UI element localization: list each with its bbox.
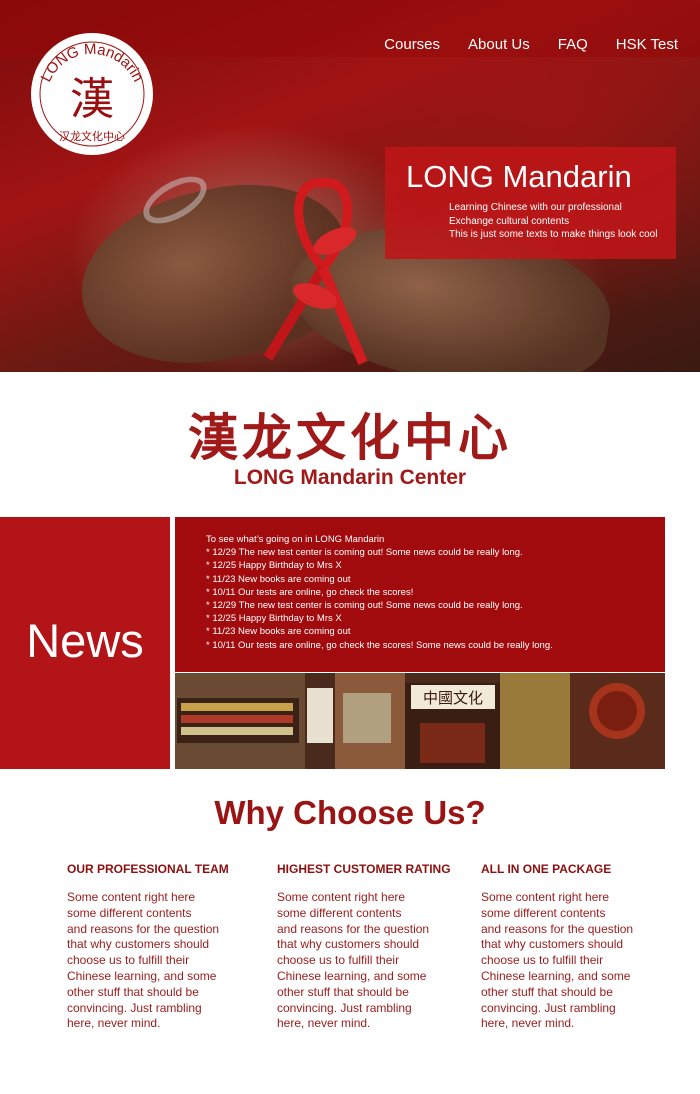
feature-line: Chinese learning, and some [277, 968, 427, 983]
news-item[interactable]: * 11/23 New books are coming out [206, 625, 553, 638]
feature-line: some different contents [481, 905, 606, 920]
logo-glyph: 漢 [70, 74, 114, 125]
feature-text: Some content right here some different c… [67, 890, 237, 1032]
feature-line: other stuff that should be [67, 984, 199, 999]
news-item[interactable]: * 12/25 Happy Birthday to Mrs X [206, 612, 553, 625]
feature-text: Some content right here some different c… [481, 890, 651, 1032]
feature-column: HIGHEST CUSTOMER RATING Some content rig… [277, 862, 451, 1032]
hero-banner: LONG Mandarin 漢 汉龙文化中心 Courses About Us … [0, 0, 700, 372]
feature-line: here, never mind. [481, 1016, 575, 1031]
hero-card: LONG Mandarin Learning Chinese with our … [385, 147, 676, 259]
feature-text: Some content right here some different c… [277, 890, 447, 1032]
news-label-panel: News [0, 517, 170, 769]
long-mandarin-logo[interactable]: LONG Mandarin 漢 汉龙文化中心 [28, 30, 156, 158]
feature-column: OUR PROFESSIONAL TEAM Some content right… [67, 862, 237, 1032]
hero-line: This is just some texts to make things l… [449, 229, 658, 240]
feature-heading: HIGHEST CUSTOMER RATING [277, 862, 451, 876]
feature-line: that why customers should [481, 937, 624, 952]
hero-title: LONG Mandarin [406, 159, 632, 194]
hero-line: Exchange cultural contents [449, 215, 570, 227]
center-interior-photo: 中國文化 [175, 673, 665, 769]
news-item[interactable]: * 12/29 The new test center is coming ou… [206, 546, 553, 559]
feature-line: some different contents [277, 905, 402, 920]
feature-line: choose us to fulfill their [481, 953, 604, 968]
hero-lines: Learning Chinese with our professional E… [449, 201, 657, 242]
news-panel: To see what’s going on in LONG Mandarin … [175, 517, 665, 672]
news-item[interactable]: * 12/29 The new test center is coming ou… [206, 599, 553, 612]
feature-heading: ALL IN ONE PACKAGE [481, 862, 612, 876]
red-ribbon-icon [263, 178, 368, 365]
nav-hsk-test[interactable]: HSK Test [616, 36, 678, 53]
feature-line: here, never mind. [67, 1016, 161, 1031]
feature-line: and reasons for the question [481, 921, 634, 936]
news-intro: To see what’s going on in LONG Mandarin [206, 534, 385, 545]
feature-line: other stuff that should be [277, 984, 409, 999]
feature-line: that why customers should [67, 937, 210, 952]
feature-line: Some content right here [481, 890, 610, 904]
news-label: News [26, 614, 144, 667]
feature-line: choose us to fulfill their [277, 953, 400, 968]
news-list: To see what’s going on in LONG Mandarin … [206, 533, 553, 652]
feature-line: Chinese learning, and some [67, 968, 217, 983]
photo-sign-text: 中國文化 [423, 689, 483, 707]
feature-line: Some content right here [277, 890, 406, 904]
news-item[interactable]: * 10/11 Our tests are online, go check t… [206, 639, 553, 652]
feature-heading: OUR PROFESSIONAL TEAM [67, 862, 229, 876]
feature-line: some different contents [67, 905, 192, 920]
feature-line: convincing. Just rambling [481, 1000, 616, 1015]
feature-line: other stuff that should be [481, 984, 613, 999]
english-title: LONG Mandarin Center [233, 466, 467, 489]
why-choose-us-title: Why Choose Us? [214, 794, 486, 831]
feature-line: here, never mind. [277, 1016, 371, 1031]
chinese-title: 漢龙文化中心 [188, 408, 512, 467]
news-item[interactable]: * 12/25 Happy Birthday to Mrs X [206, 559, 553, 572]
nav-about-us[interactable]: About Us [468, 36, 530, 53]
feature-line: Some content right here [67, 890, 196, 904]
feature-line: Chinese learning, and some [481, 968, 631, 983]
hero-line: Learning Chinese with our professional [449, 202, 622, 213]
feature-line: and reasons for the question [277, 921, 430, 936]
main-nav: Courses About Us FAQ HSK Test [384, 36, 678, 53]
feature-line: choose us to fulfill their [67, 953, 190, 968]
nav-faq[interactable]: FAQ [558, 36, 588, 53]
nav-courses[interactable]: Courses [384, 36, 440, 53]
feature-line: convincing. Just rambling [67, 1000, 202, 1015]
feature-line: convincing. Just rambling [277, 1000, 412, 1015]
news-item[interactable]: * 11/23 New books are coming out [206, 573, 553, 586]
feature-line: and reasons for the question [67, 921, 220, 936]
logo-chars: 汉龙文化中心 [59, 129, 125, 143]
feature-line: that why customers should [277, 937, 420, 952]
news-item[interactable]: * 10/11 Our tests are online, go check t… [206, 586, 553, 599]
feature-column: ALL IN ONE PACKAGE Some content right he… [481, 862, 651, 1032]
